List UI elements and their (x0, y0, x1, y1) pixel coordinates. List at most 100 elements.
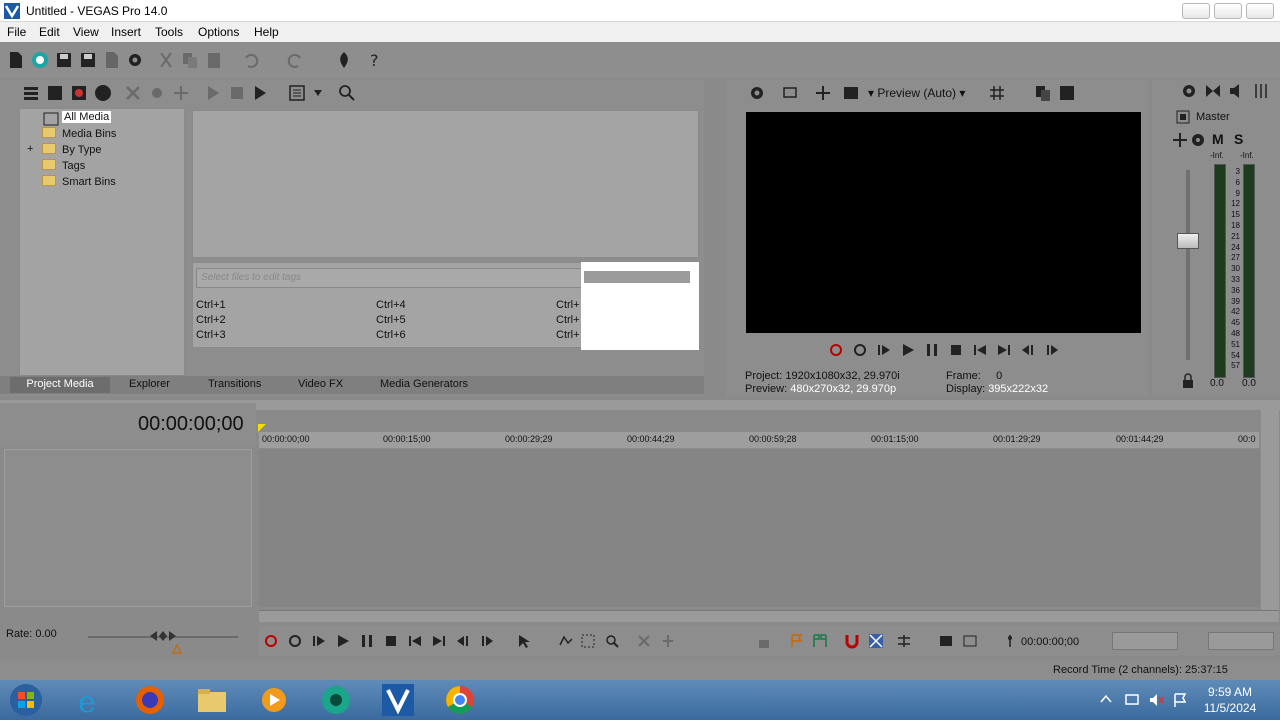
play-media-icon[interactable] (204, 84, 222, 102)
cut-icon[interactable] (156, 50, 176, 70)
tab-video-fx[interactable]: Video FX (298, 377, 343, 393)
tree-item-by-type[interactable]: By Type (42, 143, 102, 159)
tab-transitions[interactable]: Transitions (208, 377, 261, 393)
lock-icon[interactable] (1181, 373, 1195, 389)
menu-file[interactable]: File (7, 25, 26, 39)
media-list-area[interactable] (192, 110, 699, 258)
selection-length-box[interactable] (1112, 632, 1178, 650)
tree-item-media-bins[interactable]: Media Bins (42, 127, 116, 143)
pan-icon[interactable] (1172, 132, 1188, 148)
transport-previous-frame-icon[interactable] (455, 633, 471, 649)
overlays-grid-icon[interactable] (988, 84, 1006, 102)
tree-item-tags[interactable]: Tags (42, 159, 85, 175)
open-project-icon[interactable] (30, 50, 50, 70)
transport-go-to-end-icon[interactable] (431, 633, 447, 649)
tab-explorer[interactable]: Explorer (129, 377, 170, 393)
save-icon[interactable] (54, 50, 74, 70)
normal-edit-tool-icon[interactable] (516, 633, 532, 649)
loop-playback-icon[interactable] (852, 342, 868, 358)
previous-frame-icon[interactable] (1020, 342, 1036, 358)
timeline-horizontal-scrollbar[interactable] (259, 610, 1279, 622)
transport-pause-icon[interactable] (359, 633, 375, 649)
master-checkbox-icon[interactable] (1176, 110, 1190, 124)
media-fx-icon[interactable] (148, 84, 166, 102)
next-frame-icon[interactable] (1044, 342, 1060, 358)
remove-media-icon[interactable] (124, 84, 142, 102)
help-icon[interactable]: ? (366, 50, 386, 70)
split-screen-icon[interactable] (814, 84, 832, 102)
go-to-end-icon[interactable] (996, 342, 1012, 358)
solo-button[interactable]: S (1234, 131, 1243, 147)
vegas-app-icon[interactable] (308, 682, 364, 718)
tag-input[interactable]: Select files to edit tags (196, 268, 582, 288)
save-as-icon[interactable] (78, 50, 98, 70)
play-from-start-icon[interactable] (876, 342, 892, 358)
capture-icon[interactable] (70, 84, 88, 102)
transport-record-icon[interactable] (263, 633, 279, 649)
firefox-icon[interactable] (122, 682, 178, 718)
external-monitor-icon[interactable] (782, 84, 800, 102)
mixer-sliders-icon[interactable] (1252, 82, 1270, 100)
lock-settings-icon[interactable] (938, 633, 954, 649)
tab-project-media[interactable]: Project Media (10, 377, 110, 393)
menu-help[interactable]: Help (254, 25, 279, 39)
render-as-icon[interactable] (102, 50, 122, 70)
transport-play-from-start-icon[interactable] (311, 633, 327, 649)
lock-envelopes-icon[interactable] (756, 633, 772, 649)
go-to-start-icon[interactable] (972, 342, 988, 358)
auto-ripple-icon[interactable] (896, 633, 912, 649)
chevron-down-icon[interactable] (314, 90, 322, 96)
zoom-box[interactable] (1208, 632, 1274, 650)
save-snapshot-icon[interactable] (1058, 84, 1076, 102)
tree-item-all-media[interactable]: All Media (62, 111, 112, 127)
speaker-icon[interactable] (1228, 82, 1246, 100)
redo-icon[interactable] (286, 50, 306, 70)
paste-icon[interactable] (204, 50, 224, 70)
action-center-flag-icon[interactable] (1172, 692, 1188, 708)
insert-marker-icon[interactable] (789, 633, 805, 649)
auto-preview-icon[interactable] (252, 84, 270, 102)
tree-item-smart-bins[interactable]: Smart Bins (42, 175, 116, 191)
plugin-icon[interactable] (172, 84, 190, 102)
pause-icon[interactable] (924, 342, 940, 358)
vegas-flame-icon[interactable] (334, 50, 354, 70)
track-list[interactable] (4, 449, 252, 607)
stop-media-icon[interactable] (228, 84, 246, 102)
downmix-icon[interactable] (1204, 82, 1222, 100)
timeline-tracks-area[interactable] (259, 449, 1260, 607)
zoom-tool-icon[interactable] (604, 633, 620, 649)
transport-next-frame-icon[interactable] (479, 633, 495, 649)
network-icon[interactable] (1124, 692, 1140, 708)
show-hidden-icons-icon[interactable] (1100, 694, 1112, 704)
chrome-icon[interactable] (432, 682, 488, 718)
tab-media-generators[interactable]: Media Generators (380, 377, 468, 393)
copy-snapshot-icon[interactable] (1034, 84, 1052, 102)
volume-muted-icon[interactable] (1148, 692, 1164, 708)
trim-icon[interactable] (660, 633, 676, 649)
expand-icon[interactable]: + (27, 143, 33, 155)
properties-gear-icon[interactable] (125, 50, 145, 70)
file-explorer-icon[interactable] (184, 682, 240, 718)
menu-view[interactable]: View (73, 25, 99, 39)
snapping-magnet-icon[interactable] (844, 633, 860, 649)
preview-settings-gear-icon[interactable] (748, 84, 766, 102)
media-player-icon[interactable] (246, 682, 302, 718)
start-button-icon[interactable] (6, 682, 46, 718)
timeline-vertical-scrollbar[interactable] (1261, 400, 1279, 610)
video-fx-icon[interactable] (842, 84, 860, 102)
selection-tool-icon[interactable] (580, 633, 596, 649)
minimize-button[interactable] (1182, 3, 1210, 19)
ignore-grouping-icon[interactable] (962, 633, 978, 649)
menu-insert[interactable]: Insert (111, 25, 141, 39)
play-icon[interactable] (900, 342, 916, 358)
delete-icon[interactable] (636, 633, 652, 649)
undo-icon[interactable] (240, 50, 260, 70)
transport-stop-icon[interactable] (383, 633, 399, 649)
web-icon[interactable] (94, 84, 112, 102)
view-list-icon[interactable] (288, 84, 306, 102)
transport-go-to-start-icon[interactable] (407, 633, 423, 649)
mute-button[interactable]: M (1212, 131, 1224, 147)
vegas-pro-taskbar-icon[interactable] (370, 682, 426, 718)
insert-region-icon[interactable] (812, 633, 828, 649)
import-media-icon[interactable] (46, 84, 64, 102)
